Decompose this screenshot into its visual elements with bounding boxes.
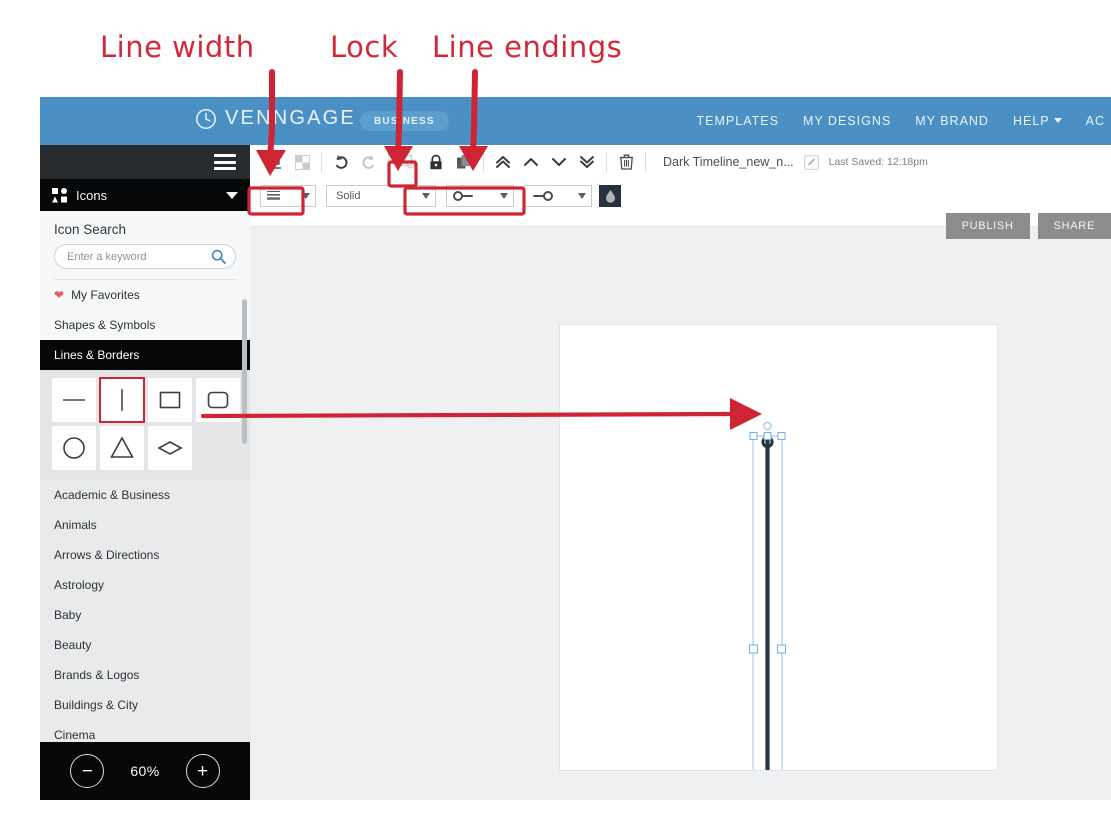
sidebar-item-label: Shapes & Symbols — [54, 318, 156, 332]
toolbar-row-line-style: Solid — [250, 179, 1111, 213]
send-backward-icon[interactable] — [546, 149, 572, 175]
sidebar-item-shapes-symbols[interactable]: Shapes & Symbols — [40, 310, 250, 340]
start-cap-preview-icon — [452, 190, 476, 202]
nav-links: TEMPLATES MY DESIGNS MY BRAND HELP AC — [697, 97, 1111, 145]
publish-share-group: PUBLISH SHARE — [945, 213, 1111, 239]
chevron-down-icon — [500, 193, 508, 199]
sidebar-topbar — [40, 145, 250, 179]
design-page[interactable] — [560, 325, 997, 770]
toolbar-row-actions: Dark Timeline_new_n... Last Saved: 12:18… — [250, 145, 1111, 179]
top-navbar: VENNGAGE BUSINESS TEMPLATES MY DESIGNS M… — [40, 97, 1111, 145]
copy-style-icon[interactable] — [451, 149, 477, 175]
sidebar-category[interactable]: Beauty — [40, 630, 250, 660]
canvas-area[interactable] — [250, 227, 1111, 800]
shape-triangle[interactable] — [100, 426, 144, 470]
document-title[interactable]: Dark Timeline_new_n... — [663, 155, 794, 169]
chevron-down-icon — [578, 193, 586, 199]
duplicate-icon[interactable] — [395, 149, 421, 175]
delete-icon[interactable] — [613, 149, 639, 175]
shape-rounded-square[interactable] — [196, 378, 240, 422]
line-width-preview-icon — [266, 189, 281, 203]
chevron-down-icon — [422, 193, 430, 199]
sidebar-scrollbar[interactable] — [242, 299, 247, 444]
shape-square[interactable] — [148, 378, 192, 422]
icon-search-panel: Icon Search ❤ My F — [40, 211, 250, 340]
annotation-lock: Lock — [330, 30, 399, 64]
sidebar-category[interactable]: Brands & Logos — [40, 660, 250, 690]
nav-help[interactable]: HELP — [1013, 114, 1062, 128]
chevron-down-icon — [226, 191, 238, 199]
search-wrapper — [40, 244, 250, 279]
sidebar-header-icons[interactable]: Icons — [40, 179, 250, 211]
editor-toolbar: Dark Timeline_new_n... Last Saved: 12:18… — [250, 145, 1111, 239]
annotation-line-width: Line width — [100, 30, 255, 64]
shape-circle[interactable] — [52, 426, 96, 470]
nav-templates[interactable]: TEMPLATES — [697, 114, 779, 128]
bring-forward-icon[interactable] — [518, 149, 544, 175]
sidebar-body: Icon Search ❤ My F — [40, 211, 250, 742]
sidebar-item-label: My Favorites — [71, 288, 140, 302]
send-to-back-icon[interactable] — [574, 149, 600, 175]
shape-horizontal-line[interactable] — [52, 378, 96, 422]
align-icon[interactable] — [261, 149, 287, 175]
undo-icon[interactable] — [328, 149, 354, 175]
sidebar-category[interactable]: Arrows & Directions — [40, 540, 250, 570]
bring-to-front-icon[interactable] — [490, 149, 516, 175]
shape-vertical-line[interactable] — [99, 377, 145, 423]
nav-help-label: HELP — [1012, 114, 1050, 128]
annotation-line-endings: Line endings — [432, 30, 623, 64]
redo-icon[interactable] — [356, 149, 382, 175]
search-input[interactable] — [65, 249, 211, 264]
line-style-value: Solid — [336, 190, 361, 202]
brand-name: VENNGAGE — [225, 107, 356, 129]
shape-grid — [40, 370, 250, 480]
share-button[interactable]: SHARE — [1037, 213, 1111, 239]
transparency-icon[interactable] — [289, 149, 315, 175]
rotate-handle — [763, 421, 772, 431]
sidebar-header-label: Icons — [76, 187, 108, 203]
zoom-level-label: 60% — [130, 763, 160, 779]
sidebar-item-lines-borders[interactable]: Lines & Borders — [40, 340, 250, 370]
venngage-editor-window: VENNGAGE BUSINESS TEMPLATES MY DESIGNS M… — [40, 97, 1111, 800]
edit-pencil-icon[interactable] — [803, 154, 819, 170]
nav-my-brand[interactable]: MY BRAND — [915, 114, 989, 128]
left-sidebar: Icons Icon Search Enter a keyword ❤ My F… — [40, 179, 250, 800]
zoom-out-button[interactable]: − — [70, 754, 105, 788]
sidebar-category[interactable]: Buildings & City — [40, 690, 250, 720]
shape-diamond[interactable] — [148, 426, 192, 470]
plan-badge: BUSINESS — [360, 111, 449, 131]
start-cap-dropdown[interactable] — [446, 185, 514, 207]
last-saved-label: Last Saved: 12:18pm — [828, 156, 928, 168]
search-icon[interactable] — [211, 249, 226, 264]
panel-title: Icon Search — [54, 222, 127, 237]
clock-icon — [195, 108, 217, 130]
vertical-line-shape[interactable] — [560, 325, 997, 770]
nav-my-designs[interactable]: MY DESIGNS — [803, 114, 891, 128]
brand-logo[interactable]: VENNGAGE — [195, 107, 356, 130]
line-color-swatch[interactable] — [599, 185, 621, 207]
publish-button[interactable]: PUBLISH — [945, 213, 1030, 239]
sidebar-category[interactable]: Baby — [40, 600, 250, 630]
sidebar-category[interactable]: Astrology — [40, 570, 250, 600]
heart-icon: ❤ — [54, 288, 65, 302]
end-cap-dropdown[interactable] — [524, 185, 592, 207]
chevron-down-icon — [302, 193, 310, 199]
sidebar-category[interactable]: Academic & Business — [40, 480, 250, 510]
category-list: Academic & Business Animals Arrows & Dir… — [40, 480, 250, 742]
line-width-dropdown[interactable] — [260, 185, 316, 207]
icons-grid-icon — [52, 187, 67, 203]
sidebar-item-my-favorites[interactable]: ❤ My Favorites — [40, 280, 250, 310]
search-box[interactable] — [54, 244, 236, 269]
sidebar-category[interactable]: Animals — [40, 510, 250, 540]
zoom-in-button[interactable]: + — [185, 754, 220, 788]
end-cap-preview-icon — [530, 190, 554, 202]
hamburger-menu-icon[interactable] — [214, 154, 236, 170]
lock-icon[interactable] — [423, 149, 449, 175]
nav-account[interactable]: AC — [1086, 114, 1105, 128]
sidebar-item-label: Lines & Borders — [54, 348, 140, 362]
chevron-down-icon — [1053, 118, 1062, 123]
sidebar-category[interactable]: Cinema — [40, 720, 250, 742]
zoom-controls: − 60% + — [40, 742, 250, 800]
line-style-dropdown[interactable]: Solid — [326, 185, 436, 207]
